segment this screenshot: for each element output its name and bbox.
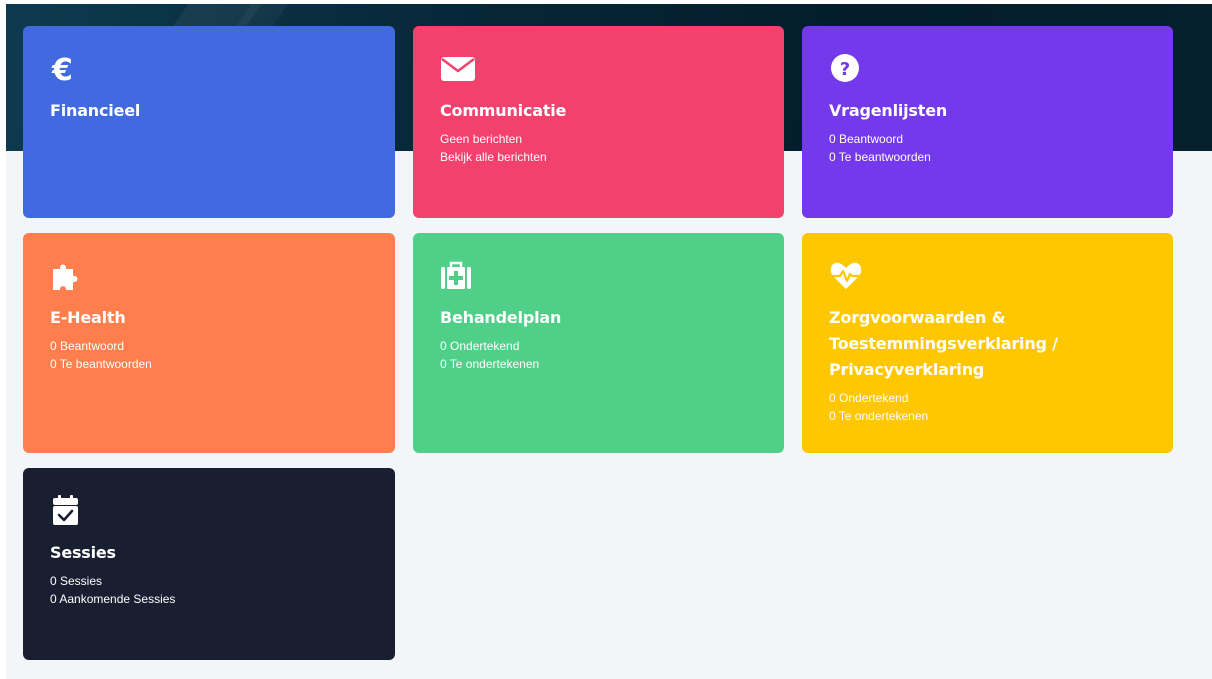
tile-ehealth[interactable]: E-Health 0 Beantwoord 0 Te beantwoorden xyxy=(23,233,395,453)
svg-text:€: € xyxy=(51,53,73,86)
tile-sessies[interactable]: Sessies 0 Sessies 0 Aankomende Sessies xyxy=(23,468,395,660)
tile-title-line: Privacyverklaring xyxy=(829,360,985,379)
envelope-icon xyxy=(440,52,476,86)
answered-count: 0 Beantwoord xyxy=(829,132,904,146)
heartbeat-icon xyxy=(829,259,865,293)
to-answer-count: 0 Te beantwoorden xyxy=(50,357,152,371)
signed-count: 0 Ondertekend xyxy=(440,339,520,353)
calendar-check-icon xyxy=(50,494,86,528)
tile-title: Zorgvoorwaarden & Toestemmingsverklaring… xyxy=(829,305,1146,383)
sessions-count: 0 Sessies xyxy=(50,574,103,588)
to-sign-count: 0 Te ondertekenen xyxy=(440,357,540,371)
no-messages-text: Geen berichten xyxy=(440,132,523,146)
tile-title-line: Zorgvoorwaarden & xyxy=(829,308,1006,327)
answered-count: 0 Beantwoord xyxy=(50,339,125,353)
dashboard-page: € Financieel Communicatie Geen berichten… xyxy=(6,4,1212,679)
puzzle-piece-icon xyxy=(50,259,86,293)
euro-icon: € xyxy=(50,52,86,86)
to-answer-count: 0 Te beantwoorden xyxy=(829,150,931,164)
tile-zorgvoorwaarden[interactable]: Zorgvoorwaarden & Toestemmingsverklaring… xyxy=(802,233,1173,453)
upcoming-sessions-count: 0 Aankomende Sessies xyxy=(50,592,176,606)
tile-title: E-Health xyxy=(50,308,126,327)
to-sign-count: 0 Te ondertekenen xyxy=(829,409,929,423)
tile-title: Sessies xyxy=(50,543,116,562)
tile-vragenlijsten[interactable]: ? Vragenlijsten 0 Beantwoord 0 Te beantw… xyxy=(802,26,1173,218)
view-all-messages-link[interactable]: Bekijk alle berichten xyxy=(440,148,757,166)
medkit-icon xyxy=(440,259,476,293)
tile-communicatie[interactable]: Communicatie Geen berichten Bekijk alle … xyxy=(413,26,784,218)
tile-behandelplan[interactable]: Behandelplan 0 Ondertekend 0 Te ondertek… xyxy=(413,233,784,453)
tile-title-line: Toestemmingsverklaring / xyxy=(829,334,1058,353)
question-circle-icon: ? xyxy=(829,52,865,86)
svg-text:?: ? xyxy=(840,59,850,80)
tile-financieel[interactable]: € Financieel xyxy=(23,26,395,218)
signed-count: 0 Ondertekend xyxy=(829,391,909,405)
tile-title: Vragenlijsten xyxy=(829,101,948,120)
tile-title: Financieel xyxy=(50,101,141,120)
tile-title: Behandelplan xyxy=(440,308,562,327)
tile-title: Communicatie xyxy=(440,101,567,120)
